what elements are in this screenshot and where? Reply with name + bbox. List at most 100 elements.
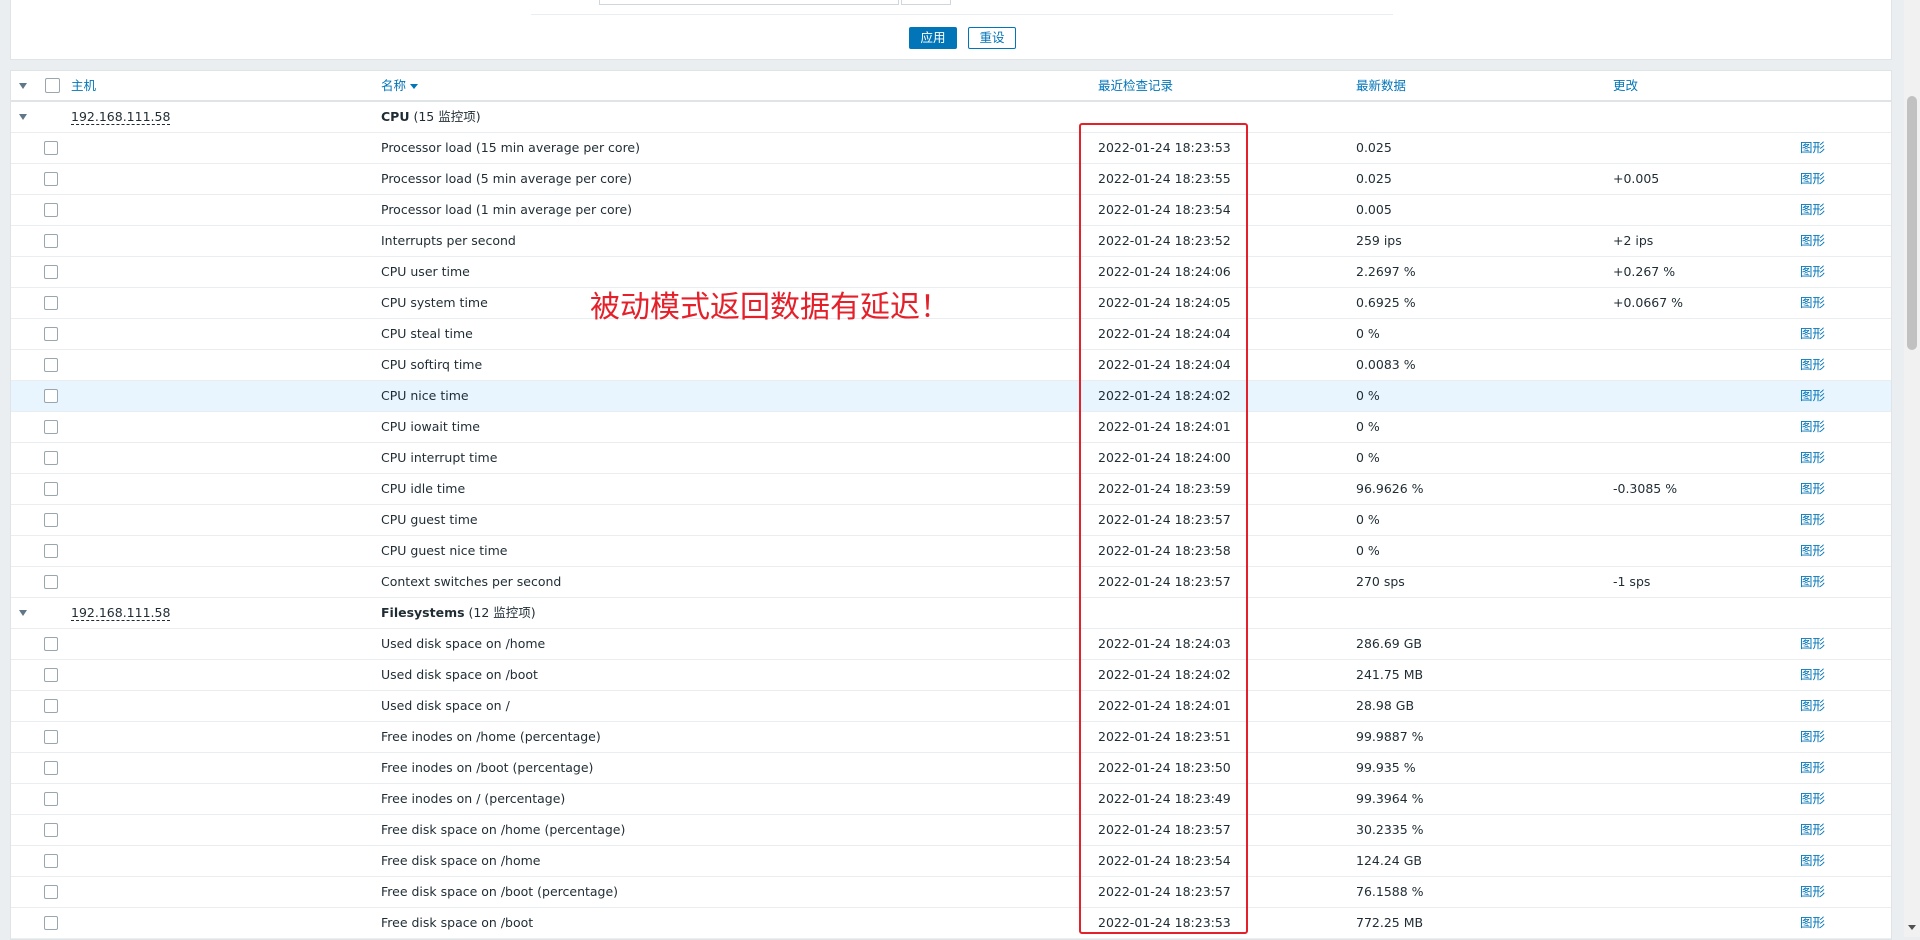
graph-link[interactable]: 图形 xyxy=(1800,505,1825,535)
item-name: Interrupts per second xyxy=(381,233,516,248)
table-row: Free disk space on /boot (percentage) 202… xyxy=(11,877,1891,908)
row-checkbox[interactable] xyxy=(44,389,58,403)
row-checkbox[interactable] xyxy=(44,141,58,155)
item-last-check: 2022-01-24 18:23:50 xyxy=(1098,760,1231,775)
graph-link[interactable]: 图形 xyxy=(1800,350,1825,380)
row-checkbox[interactable] xyxy=(44,699,58,713)
graph-link[interactable]: 图形 xyxy=(1800,815,1825,845)
row-checkbox[interactable] xyxy=(44,823,58,837)
page-scrollbar[interactable] xyxy=(1904,0,1920,937)
graph-link[interactable]: 图形 xyxy=(1800,164,1825,194)
graph-link[interactable]: 图形 xyxy=(1800,381,1825,411)
item-last-value: 0 % xyxy=(1356,388,1380,403)
item-last-check: 2022-01-24 18:23:54 xyxy=(1098,202,1231,217)
graph-link[interactable]: 图形 xyxy=(1800,257,1825,287)
row-checkbox[interactable] xyxy=(44,854,58,868)
graph-link[interactable]: 图形 xyxy=(1800,753,1825,783)
item-last-check: 2022-01-24 18:23:57 xyxy=(1098,884,1231,899)
row-checkbox[interactable] xyxy=(44,575,58,589)
column-header-last-check[interactable]: 最近检查记录 xyxy=(1098,71,1173,101)
table-row: CPU interrupt time 2022-01-24 18:24:00 0 %… xyxy=(11,443,1891,474)
graph-link[interactable]: 图形 xyxy=(1800,133,1825,163)
collapse-all-toggle-icon[interactable] xyxy=(19,83,27,89)
graph-link[interactable]: 图形 xyxy=(1800,877,1825,907)
item-change: +0.005 xyxy=(1613,171,1660,186)
filter-divider xyxy=(531,14,1393,15)
row-checkbox[interactable] xyxy=(44,916,58,930)
item-name: Free disk space on /home (percentage) xyxy=(381,822,626,837)
graph-link[interactable]: 图形 xyxy=(1800,629,1825,659)
filter-input[interactable] xyxy=(599,0,899,5)
collapse-group-icon[interactable] xyxy=(19,610,27,616)
row-checkbox[interactable] xyxy=(44,420,58,434)
row-checkbox[interactable] xyxy=(44,513,58,527)
scroll-down-arrow-icon[interactable] xyxy=(1908,925,1916,930)
item-last-value: 124.24 GB xyxy=(1356,853,1422,868)
column-header-host[interactable]: 主机 xyxy=(71,71,96,101)
graph-link[interactable]: 图形 xyxy=(1800,784,1825,814)
host-link[interactable]: 192.168.111.58 xyxy=(71,110,171,125)
graph-link[interactable]: 图形 xyxy=(1800,846,1825,876)
row-checkbox[interactable] xyxy=(44,730,58,744)
table-row: CPU user time 2022-01-24 18:24:06 2.2697 %… xyxy=(11,257,1891,288)
row-checkbox[interactable] xyxy=(44,358,58,372)
group-count: (12 监控项) xyxy=(464,605,536,620)
table-row: Used disk space on /home 2022-01-24 18:24… xyxy=(11,629,1891,660)
graph-link[interactable]: 图形 xyxy=(1800,319,1825,349)
graph-link[interactable]: 图形 xyxy=(1800,660,1825,690)
graph-link[interactable]: 图形 xyxy=(1800,195,1825,225)
graph-link[interactable]: 图形 xyxy=(1800,908,1825,938)
table-row: Free disk space on /home 2022-01-24 18:23… xyxy=(11,846,1891,877)
row-checkbox[interactable] xyxy=(44,482,58,496)
row-checkbox[interactable] xyxy=(44,885,58,899)
row-checkbox[interactable] xyxy=(44,451,58,465)
row-checkbox[interactable] xyxy=(44,203,58,217)
filter-select-button[interactable] xyxy=(901,0,951,5)
item-name: Processor load (5 min average per core) xyxy=(381,171,633,186)
item-name: CPU softirq time xyxy=(381,357,483,372)
host-link[interactable]: 192.168.111.58 xyxy=(71,606,171,621)
row-checkbox[interactable] xyxy=(44,172,58,186)
table-row: CPU guest time 2022-01-24 18:23:57 0 % 图形 xyxy=(11,505,1891,536)
item-last-value: 96.9626 % xyxy=(1356,481,1424,496)
item-change: +2 ips xyxy=(1613,233,1654,248)
table-row: Processor load (15 min average per core)… xyxy=(11,133,1891,164)
apply-button[interactable]: 应用 xyxy=(909,27,957,49)
graph-link[interactable]: 图形 xyxy=(1800,226,1825,256)
row-checkbox[interactable] xyxy=(44,761,58,775)
item-last-value: 270 sps xyxy=(1356,574,1405,589)
table-row: Used disk space on /boot 2022-01-24 18:24… xyxy=(11,660,1891,691)
item-last-value: 0.025 xyxy=(1356,140,1392,155)
item-name: Free disk space on /home xyxy=(381,853,541,868)
table-row: Free inodes on /home (percentage) 2022-01… xyxy=(11,722,1891,753)
column-header-name[interactable]: 名称 xyxy=(381,71,419,101)
graph-link[interactable]: 图形 xyxy=(1800,567,1825,597)
item-last-value: 286.69 GB xyxy=(1356,636,1422,651)
graph-link[interactable]: 图形 xyxy=(1800,691,1825,721)
graph-link[interactable]: 图形 xyxy=(1800,474,1825,504)
row-checkbox[interactable] xyxy=(44,265,58,279)
row-checkbox[interactable] xyxy=(44,234,58,248)
item-name: Free disk space on /boot (percentage) xyxy=(381,884,619,899)
row-checkbox[interactable] xyxy=(44,637,58,651)
item-name: Free inodes on / (percentage) xyxy=(381,791,566,806)
item-name: CPU system time xyxy=(381,295,488,310)
row-checkbox[interactable] xyxy=(44,327,58,341)
graph-link[interactable]: 图形 xyxy=(1800,536,1825,566)
row-checkbox[interactable] xyxy=(44,792,58,806)
item-last-check: 2022-01-24 18:24:01 xyxy=(1098,419,1231,434)
row-checkbox[interactable] xyxy=(44,668,58,682)
graph-link[interactable]: 图形 xyxy=(1800,288,1825,318)
collapse-group-icon[interactable] xyxy=(19,114,27,120)
graph-link[interactable]: 图形 xyxy=(1800,412,1825,442)
select-all-checkbox[interactable] xyxy=(45,78,60,93)
row-checkbox[interactable] xyxy=(44,296,58,310)
item-last-value: 772.25 MB xyxy=(1356,915,1424,930)
table-row: Free disk space on /boot 2022-01-24 18:23… xyxy=(11,908,1891,939)
reset-button[interactable]: 重设 xyxy=(968,27,1016,49)
row-checkbox[interactable] xyxy=(44,544,58,558)
graph-link[interactable]: 图形 xyxy=(1800,443,1825,473)
graph-link[interactable]: 图形 xyxy=(1800,722,1825,752)
scrollbar-thumb[interactable] xyxy=(1907,96,1917,350)
item-name: Processor load (1 min average per core) xyxy=(381,202,633,217)
